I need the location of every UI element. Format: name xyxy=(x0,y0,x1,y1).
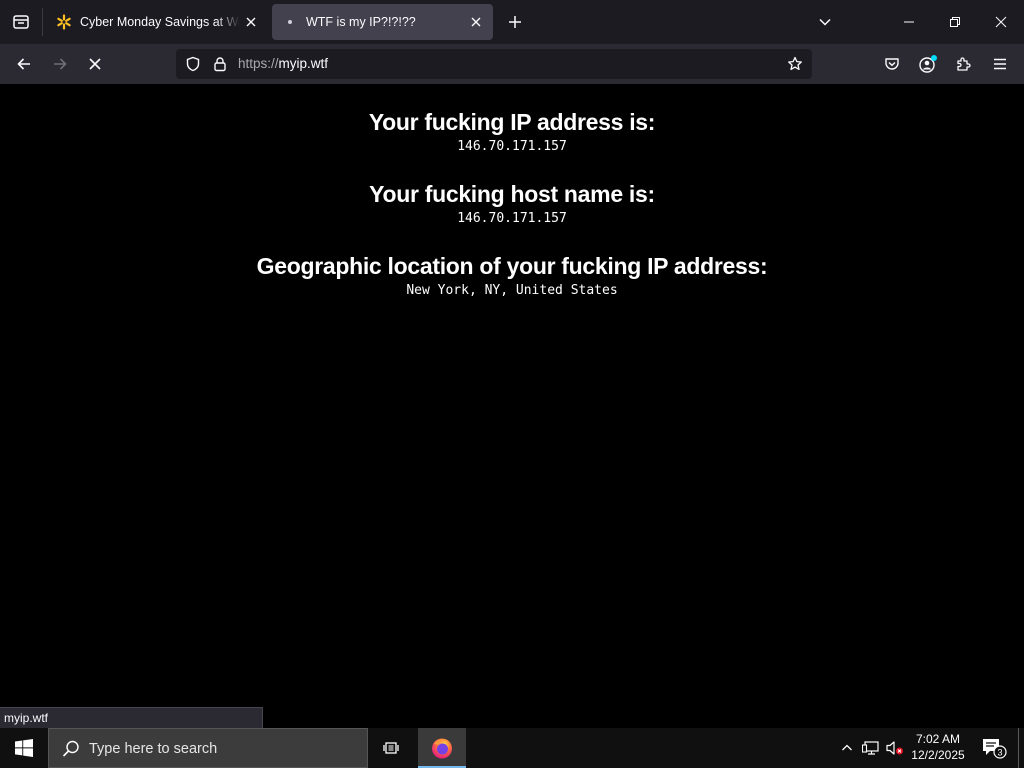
tab-title: WTF is my IP?!?!?? xyxy=(306,15,416,29)
restore-button[interactable] xyxy=(932,0,978,44)
windows-logo-icon xyxy=(15,739,33,757)
puzzle-piece-icon xyxy=(957,57,971,71)
lock-icon[interactable] xyxy=(209,53,231,75)
search-placeholder: Type here to search xyxy=(89,741,218,757)
close-icon xyxy=(995,16,1007,28)
tab-separator xyxy=(42,8,43,36)
clock-date: 12/2/2025 xyxy=(911,748,965,762)
tab-walmart[interactable]: Cyber Monday Savings at Walmart xyxy=(46,4,268,40)
start-button[interactable] xyxy=(0,728,48,768)
firefox-view-icon xyxy=(13,15,29,29)
firefox-view-button[interactable] xyxy=(0,0,42,44)
task-view-button[interactable] xyxy=(372,728,412,768)
window-close-button[interactable] xyxy=(978,0,1024,44)
task-view-icon xyxy=(383,742,399,754)
taskbar-clock[interactable]: 7:02 AM 12/2/2025 xyxy=(906,728,970,768)
notification-icon: 3 xyxy=(983,739,1007,759)
tab-title: Cyber Monday Savings at Walmart xyxy=(80,15,240,29)
geo-location-value: New York, NY, United States xyxy=(406,283,618,298)
network-button[interactable] xyxy=(860,728,882,768)
back-button[interactable] xyxy=(8,48,40,80)
action-center-button[interactable]: 3 xyxy=(976,728,1012,768)
show-desktop-button[interactable] xyxy=(1018,728,1024,768)
minimize-icon xyxy=(904,21,914,23)
clock-time: 7:02 AM xyxy=(915,732,961,746)
tracking-protection-shield-icon[interactable] xyxy=(182,53,204,75)
navigation-toolbar: https://myip.wtf xyxy=(0,44,1024,84)
pocket-icon xyxy=(885,58,899,70)
arrow-right-icon xyxy=(54,58,67,70)
extensions-button[interactable] xyxy=(948,48,980,80)
address-bar[interactable]: https://myip.wtf xyxy=(176,49,812,79)
account-button[interactable] xyxy=(912,48,944,80)
app-menu-button[interactable] xyxy=(984,48,1016,80)
bookmark-star-icon[interactable] xyxy=(784,53,806,75)
close-icon[interactable] xyxy=(465,11,487,33)
search-icon xyxy=(62,740,79,757)
taskbar-search-box[interactable]: Type here to search xyxy=(48,728,368,768)
status-panel: myip.wtf xyxy=(0,707,263,728)
pocket-button[interactable] xyxy=(876,48,908,80)
new-tab-button[interactable] xyxy=(500,7,530,37)
chevron-up-icon xyxy=(842,744,852,751)
plus-icon xyxy=(509,16,521,28)
list-all-tabs-button[interactable] xyxy=(810,7,840,37)
walmart-spark-icon xyxy=(56,14,72,30)
close-icon[interactable] xyxy=(240,11,262,33)
arrow-left-icon xyxy=(17,58,30,70)
minimize-button[interactable] xyxy=(886,0,932,44)
windows-taskbar: Type here to search 7:02 AM 12/2/2025 3 xyxy=(0,728,1024,768)
url-scheme: https:// xyxy=(238,56,279,71)
restore-icon xyxy=(950,17,960,27)
ip-address-value: 146.70.171.157 xyxy=(457,139,567,154)
page-content: Your fucking IP address is: 146.70.171.1… xyxy=(0,84,1024,728)
url-text[interactable]: https://myip.wtf xyxy=(238,56,328,71)
host-name-heading: Your fucking host name is: xyxy=(369,181,655,207)
hamburger-menu-icon xyxy=(994,58,1006,70)
volume-button[interactable] xyxy=(884,728,906,768)
firefox-icon xyxy=(432,738,452,759)
taskbar-firefox-button[interactable] xyxy=(418,728,466,768)
tab-strip: Cyber Monday Savings at Walmart WTF is m… xyxy=(0,0,1024,44)
dot-favicon-icon xyxy=(282,14,298,30)
network-icon xyxy=(862,741,879,755)
forward-button[interactable] xyxy=(44,48,76,80)
ip-address-section: Your fucking IP address is: 146.70.171.1… xyxy=(0,108,1024,156)
chevron-down-icon xyxy=(819,18,831,26)
geo-location-section: Geographic location of your fucking IP a… xyxy=(0,252,1024,300)
stop-icon xyxy=(89,58,101,70)
account-icon xyxy=(919,55,937,73)
url-host: myip.wtf xyxy=(278,56,329,71)
geo-location-heading: Geographic location of your fucking IP a… xyxy=(256,253,768,279)
volume-muted-icon xyxy=(886,741,903,755)
host-name-section: Your fucking host name is: 146.70.171.15… xyxy=(0,180,1024,228)
stop-button[interactable] xyxy=(79,48,111,80)
tab-myip[interactable]: WTF is my IP?!?!?? xyxy=(272,4,493,40)
host-name-value: 146.70.171.157 xyxy=(457,211,567,226)
show-hidden-icons-button[interactable] xyxy=(836,728,858,768)
notification-count: 3 xyxy=(997,748,1002,758)
ip-address-heading: Your fucking IP address is: xyxy=(368,109,656,135)
